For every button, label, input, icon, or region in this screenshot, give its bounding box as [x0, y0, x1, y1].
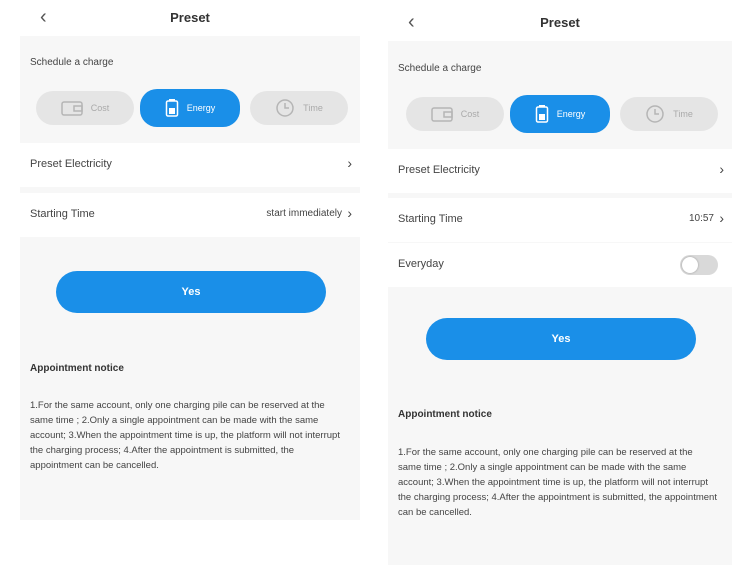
segment-time-label: Time	[673, 109, 693, 119]
schedule-label: Schedule a charge	[30, 57, 114, 68]
yes-button[interactable]: Yes	[56, 271, 326, 313]
preset-screen-right: ‹ Preset Schedule a charge Cost Energy T…	[388, 5, 732, 565]
everyday-label: Everyday	[398, 258, 444, 270]
chevron-right-icon: ›	[719, 210, 724, 226]
segment-time[interactable]: Time	[250, 91, 348, 125]
clock-icon	[276, 99, 294, 117]
preset-electricity-row[interactable]: Preset Electricity ›	[388, 149, 732, 193]
battery-icon	[165, 99, 178, 117]
everyday-toggle[interactable]	[680, 255, 718, 275]
toggle-knob	[682, 257, 698, 273]
starting-time-value: 10:57	[688, 213, 714, 224]
chevron-right-icon: ›	[719, 161, 724, 177]
preset-electricity-label: Preset Electricity	[30, 158, 112, 170]
preset-electricity-label: Preset Electricity	[398, 164, 480, 176]
starting-time-value: start immediately	[266, 208, 342, 219]
everyday-row: Everyday	[388, 243, 732, 287]
preset-screen-left: ‹ Preset Schedule a charge Cost Energy T…	[20, 0, 360, 520]
starting-time-label: Starting Time	[30, 208, 95, 220]
preset-electricity-row[interactable]: Preset Electricity ›	[20, 143, 360, 187]
segment-cost[interactable]: Cost	[36, 91, 134, 125]
page-title: Preset	[170, 10, 210, 25]
wallet-icon	[60, 101, 83, 116]
chevron-right-icon: ›	[347, 205, 352, 221]
segment-time-label: Time	[303, 103, 323, 113]
yes-button[interactable]: Yes	[426, 318, 696, 360]
starting-time-label: Starting Time	[398, 213, 463, 225]
segment-energy-label: Energy	[556, 109, 586, 119]
schedule-label: Schedule a charge	[398, 63, 482, 74]
segment-energy[interactable]: Energy	[140, 89, 240, 127]
notice-text: 1.For the same account, only one chargin…	[30, 400, 340, 471]
segment-cost-label: Cost	[460, 109, 480, 119]
header: ‹ Preset	[388, 5, 732, 41]
starting-time-row[interactable]: Starting Time start immediately ›	[20, 193, 360, 237]
wallet-icon	[430, 107, 453, 122]
notice-text: 1.For the same account, only one chargin…	[398, 447, 717, 518]
segment-energy-label: Energy	[186, 103, 216, 113]
segment-cost[interactable]: Cost	[406, 97, 504, 131]
segment-cost-label: Cost	[90, 103, 110, 113]
header: ‹ Preset	[20, 0, 360, 36]
segment-time[interactable]: Time	[620, 97, 718, 131]
segment-energy[interactable]: Energy	[510, 95, 610, 133]
notice-title: Appointment notice	[30, 363, 124, 374]
chevron-right-icon: ›	[347, 155, 352, 171]
notice-title: Appointment notice	[398, 409, 492, 420]
starting-time-row[interactable]: Starting Time 10:57 ›	[388, 198, 732, 242]
page-title: Preset	[540, 15, 580, 30]
clock-icon	[646, 105, 664, 123]
battery-icon	[535, 105, 548, 123]
